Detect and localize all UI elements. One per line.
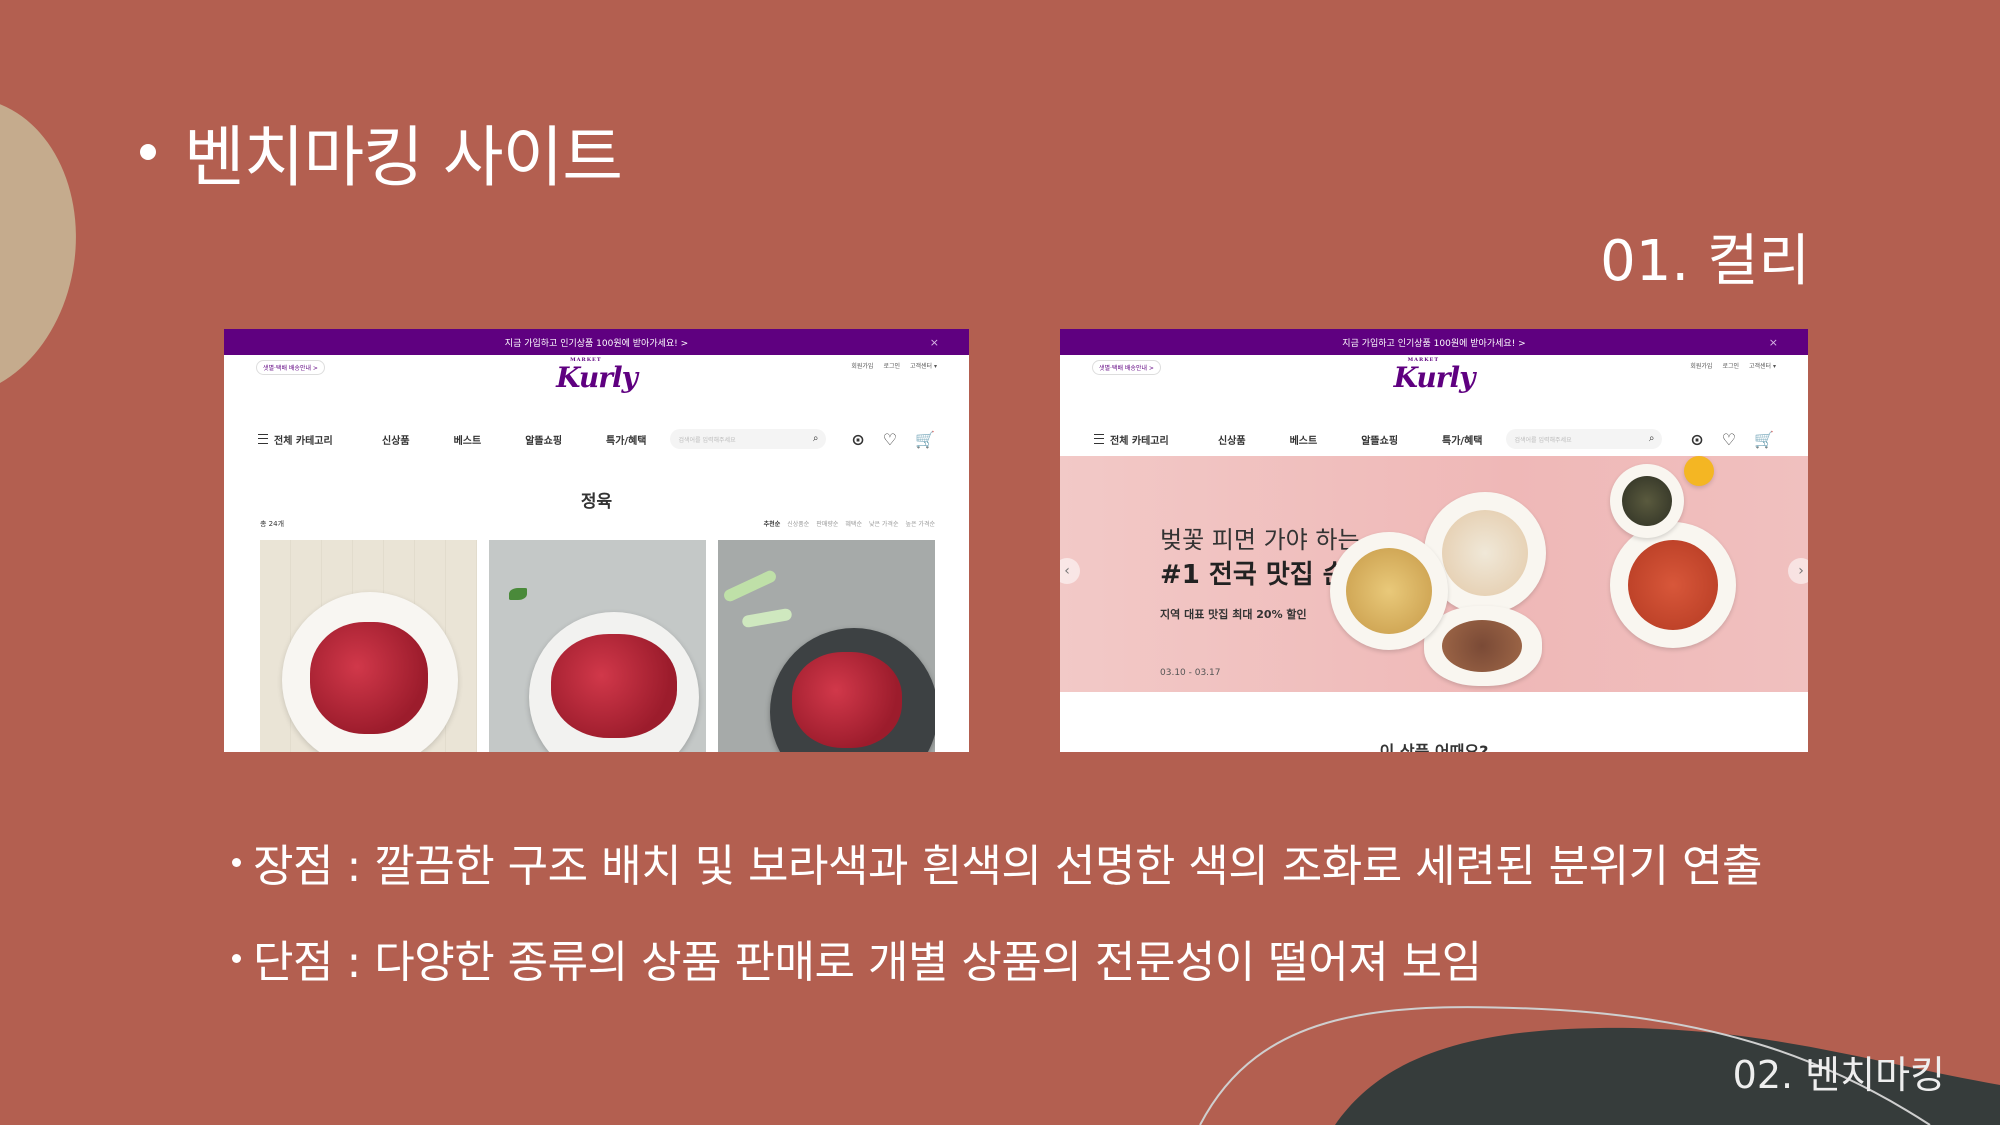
below-hero-section: 이 상품 어때요? bbox=[1060, 692, 1808, 752]
point-bullet bbox=[232, 857, 241, 867]
cart-icon[interactable]: 🛒 bbox=[1754, 430, 1774, 449]
logo-market-text: MARKET bbox=[570, 357, 602, 363]
nav-item-new[interactable]: 신상품 bbox=[1218, 432, 1246, 447]
sort-recommended[interactable]: 추천순 bbox=[764, 519, 781, 528]
title-bullet bbox=[140, 144, 156, 160]
sort-price-high[interactable]: 높은 가격순 bbox=[905, 519, 935, 528]
main-nav: 전체 카테고리 신상품 베스트 알뜰쇼핑 특가/혜택 검색어를 입력해주세요 ⌕… bbox=[224, 419, 969, 459]
top-utility-row: 샛별·택배 배송안내 > 회원가입 로그인 고객센터 ▾ MARKET Kurl… bbox=[224, 355, 969, 394]
food-image bbox=[1424, 606, 1542, 686]
signup-link[interactable]: 회원가입 bbox=[851, 361, 873, 370]
search-input[interactable]: 검색어를 입력해주세요 ⌕ bbox=[1506, 429, 1663, 449]
nav-icons: ⊙ ♡ 🛒 bbox=[1690, 430, 1774, 449]
nav-category-label: 전체 카테고리 bbox=[1110, 435, 1169, 447]
food-image bbox=[1330, 532, 1448, 650]
nav-item-special[interactable]: 특가/혜택 bbox=[606, 432, 646, 447]
hero-banner[interactable]: ‹ › 벚꽃 피면 가야 하는 #1 전국 맛집 순례 지역 대표 맛집 최대 … bbox=[1060, 456, 1808, 692]
logo-text: Kurly bbox=[556, 361, 638, 394]
promo-text: 지금 가입하고 인기상품 100원에 받아가세요! > bbox=[1342, 338, 1526, 349]
nav-category-button[interactable]: 전체 카테고리 bbox=[1094, 432, 1174, 447]
cart-icon[interactable]: 🛒 bbox=[915, 430, 935, 449]
promo-bar[interactable]: 지금 가입하고 인기상품 100원에 받아가세요! > × bbox=[224, 329, 969, 355]
utility-links: 회원가입 로그인 고객센터 ▾ bbox=[1690, 361, 1776, 370]
sort-price-low[interactable]: 낮은 가격순 bbox=[869, 519, 899, 528]
top-utility-row: 샛별·택배 배송안내 > 회원가입 로그인 고객센터 ▾ MARKET Kurl… bbox=[1060, 355, 1808, 394]
kurly-home-screenshot: 지금 가입하고 인기상품 100원에 받아가세요! > × 샛별·택배 배송안내… bbox=[1060, 329, 1808, 752]
product-count: 총 24개 bbox=[260, 520, 285, 528]
nav-item-bargain[interactable]: 알뜰쇼핑 bbox=[525, 432, 562, 447]
signup-link[interactable]: 회원가입 bbox=[1690, 361, 1712, 370]
search-input[interactable]: 검색어를 입력해주세요 ⌕ bbox=[670, 429, 827, 449]
promo-text: 지금 가입하고 인기상품 100원에 받아가세요! > bbox=[504, 338, 689, 349]
footer-section-label: 02. 벤치마킹 bbox=[1732, 1053, 1945, 1097]
nav-category-label: 전체 카테고리 bbox=[274, 435, 333, 447]
search-placeholder: 검색어를 입력해주세요 bbox=[1514, 436, 1572, 444]
point-bullet bbox=[232, 953, 241, 963]
hamburger-icon bbox=[1094, 434, 1104, 444]
cons-point: 단점 : 다양한 종류의 상품 판매로 개별 상품의 전문성이 떨어져 보임 bbox=[232, 926, 1482, 990]
food-image bbox=[1610, 464, 1684, 538]
banner-prev-button[interactable]: ‹ bbox=[1060, 558, 1080, 584]
product-card-image[interactable] bbox=[260, 540, 477, 752]
sort-benefit[interactable]: 혜택순 bbox=[845, 519, 862, 528]
kurly-logo[interactable]: MARKET Kurly bbox=[1393, 357, 1476, 394]
hamburger-icon bbox=[258, 434, 268, 444]
close-icon[interactable]: × bbox=[930, 336, 939, 349]
login-link[interactable]: 로그인 bbox=[1722, 361, 1739, 370]
close-icon[interactable]: × bbox=[1769, 336, 1778, 349]
main-nav: 전체 카테고리 신상품 베스트 알뜰쇼핑 특가/혜택 검색어를 입력해주세요 ⌕… bbox=[1060, 419, 1808, 459]
juice-image bbox=[1684, 456, 1714, 486]
product-grid bbox=[260, 540, 935, 752]
nav-item-best[interactable]: 베스트 bbox=[454, 432, 482, 447]
logo-text: Kurly bbox=[1393, 361, 1476, 394]
login-link[interactable]: 로그인 bbox=[883, 361, 900, 370]
delivery-info-link[interactable]: 샛별·택배 배송안내 > bbox=[256, 360, 325, 375]
sort-popular[interactable]: 판매량순 bbox=[816, 519, 838, 528]
pros-point: 장점 : 깔끔한 구조 배치 및 보라색과 흰색의 선명한 색의 조화로 세련된… bbox=[232, 830, 1762, 894]
page-title-text: 벤치마킹 사이트 bbox=[184, 119, 623, 196]
location-icon[interactable]: ⊙ bbox=[851, 430, 864, 449]
heart-icon[interactable]: ♡ bbox=[883, 430, 897, 449]
cons-text: 단점 : 다양한 종류의 상품 판매로 개별 상품의 전문성이 떨어져 보임 bbox=[253, 937, 1482, 988]
banner-description: 지역 대표 맛집 최대 20% 할인 bbox=[1160, 608, 1307, 621]
product-card-image[interactable] bbox=[718, 540, 935, 752]
customer-center-link[interactable]: 고객센터 ▾ bbox=[910, 361, 937, 370]
nav-item-bargain[interactable]: 알뜰쇼핑 bbox=[1361, 432, 1398, 447]
search-icon[interactable]: ⌕ bbox=[1649, 433, 1655, 444]
logo-market-text: MARKET bbox=[1407, 357, 1440, 363]
nav-item-special[interactable]: 특가/혜택 bbox=[1442, 432, 1482, 447]
section-label: 01. 컬리 bbox=[1600, 229, 1810, 294]
food-image bbox=[1610, 522, 1736, 648]
location-icon[interactable]: ⊙ bbox=[1690, 430, 1703, 449]
promo-bar[interactable]: 지금 가입하고 인기상품 100원에 받아가세요! > × bbox=[1060, 329, 1808, 355]
pros-text: 장점 : 깔끔한 구조 배치 및 보라색과 흰색의 선명한 색의 조화로 세련된… bbox=[253, 841, 1762, 892]
page-title: 벤치마킹 사이트 bbox=[140, 104, 623, 200]
banner-date: 03.10 - 03.17 bbox=[1160, 668, 1221, 678]
kurly-category-screenshot: 지금 가입하고 인기상품 100원에 받아가세요! > × 샛별·택배 배송안내… bbox=[224, 329, 969, 752]
sort-options: 추천순 신상품순 판매량순 혜택순 낮은 가격순 높은 가격순 bbox=[764, 519, 935, 528]
kurly-logo[interactable]: MARKET Kurly bbox=[556, 357, 638, 394]
nav-icons: ⊙ ♡ 🛒 bbox=[851, 430, 935, 449]
search-icon[interactable]: ⌕ bbox=[813, 433, 819, 444]
banner-next-button[interactable]: › bbox=[1788, 558, 1808, 584]
heart-icon[interactable]: ♡ bbox=[1722, 430, 1736, 449]
nav-category-button[interactable]: 전체 카테고리 bbox=[258, 432, 338, 447]
delivery-info-link[interactable]: 샛별·택배 배송안내 > bbox=[1092, 360, 1161, 375]
product-card-image[interactable] bbox=[489, 540, 706, 752]
utility-links: 회원가입 로그인 고객센터 ▾ bbox=[851, 361, 937, 370]
sort-newest[interactable]: 신상품순 bbox=[787, 519, 809, 528]
banner-subtitle: 벚꽃 피면 가야 하는 bbox=[1160, 526, 1360, 554]
nav-item-best[interactable]: 베스트 bbox=[1290, 432, 1318, 447]
category-title: 정육 bbox=[580, 492, 613, 512]
search-placeholder: 검색어를 입력해주세요 bbox=[678, 436, 736, 444]
nav-item-new[interactable]: 신상품 bbox=[382, 432, 410, 447]
customer-center-link[interactable]: 고객센터 ▾ bbox=[1749, 361, 1776, 370]
recommend-section-title: 이 상품 어때요? bbox=[1379, 742, 1489, 752]
